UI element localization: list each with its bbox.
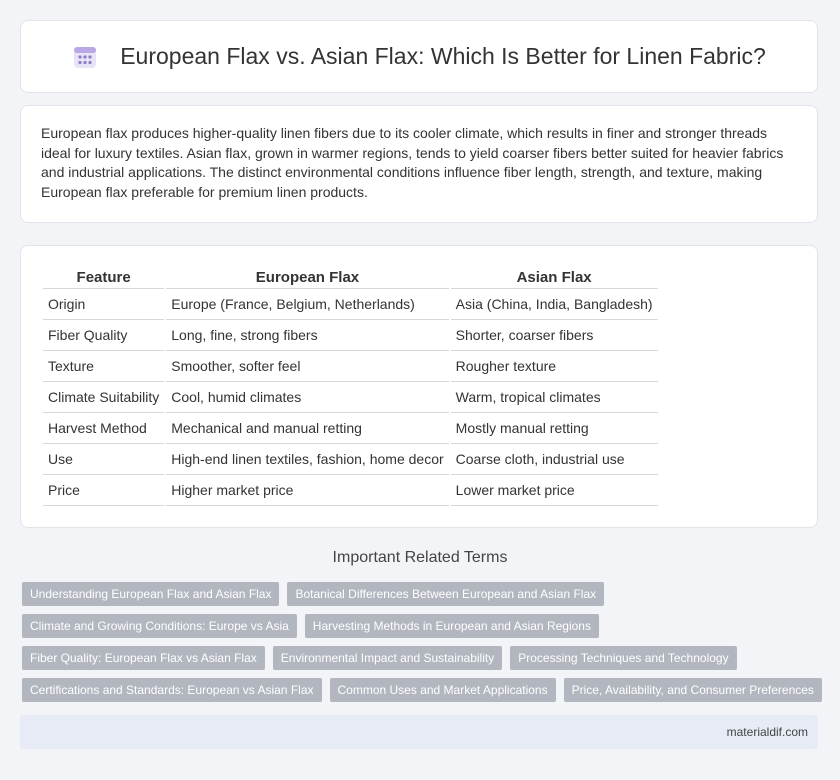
- footer: materialdif.com: [20, 715, 818, 749]
- table-cell: Climate Suitability: [43, 382, 165, 413]
- comparison-table: Feature European Flax Asian Flax Origin …: [41, 266, 660, 506]
- related-term-tag[interactable]: Common Uses and Market Applications: [329, 678, 556, 702]
- page-title: European Flax vs. Asian Flax: Which Is B…: [120, 43, 766, 69]
- table-row: Texture Smoother, softer feel Rougher te…: [43, 351, 658, 382]
- related-term-tag[interactable]: Processing Techniques and Technology: [510, 646, 737, 670]
- table-cell: Coarse cloth, industrial use: [450, 444, 658, 475]
- table-header-row: Feature European Flax Asian Flax: [43, 266, 658, 289]
- table-cell: Higher market price: [166, 475, 449, 506]
- table-cell: Price: [43, 475, 165, 506]
- tag-row: Understanding European Flax and Asian Fl…: [22, 582, 822, 606]
- table-row: Origin Europe (France, Belgium, Netherla…: [43, 289, 658, 320]
- tag-row: Climate and Growing Conditions: Europe v…: [22, 614, 822, 638]
- table-cell: Rougher texture: [450, 351, 658, 382]
- comparison-card: Feature European Flax Asian Flax Origin …: [20, 245, 818, 528]
- related-term-tag[interactable]: Environmental Impact and Sustainability: [272, 646, 503, 670]
- table-row: Harvest Method Mechanical and manual ret…: [43, 413, 658, 444]
- intro-card: European flax produces higher-quality li…: [20, 105, 818, 223]
- table-cell: Smoother, softer feel: [166, 351, 449, 382]
- table-cell: Fiber Quality: [43, 320, 165, 351]
- footer-site-link[interactable]: materialdif.com: [727, 725, 808, 739]
- related-terms-list: Understanding European Flax and Asian Fl…: [22, 582, 822, 710]
- calendar-grid-icon: [72, 44, 98, 70]
- table-cell: Origin: [43, 289, 165, 320]
- column-header: European Flax: [166, 266, 449, 289]
- column-header: Asian Flax: [450, 266, 658, 289]
- tag-row: Certifications and Standards: European v…: [22, 678, 822, 702]
- table-cell: Warm, tropical climates: [450, 382, 658, 413]
- table-cell: Lower market price: [450, 475, 658, 506]
- related-term-tag[interactable]: Climate and Growing Conditions: Europe v…: [22, 614, 297, 638]
- tag-row: Fiber Quality: European Flax vs Asian Fl…: [22, 646, 822, 670]
- table-cell: High-end linen textiles, fashion, home d…: [166, 444, 449, 475]
- table-cell: Shorter, coarser fibers: [450, 320, 658, 351]
- intro-text: European flax produces higher-quality li…: [41, 125, 784, 200]
- table-cell: Asia (China, India, Bangladesh): [450, 289, 658, 320]
- header-card: European Flax vs. Asian Flax: Which Is B…: [20, 20, 818, 93]
- column-header: Feature: [43, 266, 165, 289]
- related-term-tag[interactable]: Fiber Quality: European Flax vs Asian Fl…: [22, 646, 265, 670]
- table-cell: Mechanical and manual retting: [166, 413, 449, 444]
- table-row: Price Higher market price Lower market p…: [43, 475, 658, 506]
- table-row: Fiber Quality Long, fine, strong fibers …: [43, 320, 658, 351]
- table-row: Climate Suitability Cool, humid climates…: [43, 382, 658, 413]
- related-term-tag[interactable]: Harvesting Methods in European and Asian…: [304, 614, 599, 638]
- related-term-tag[interactable]: Price, Availability, and Consumer Prefer…: [563, 678, 822, 702]
- table-cell: Use: [43, 444, 165, 475]
- table-cell: Mostly manual retting: [450, 413, 658, 444]
- related-term-tag[interactable]: Botanical Differences Between European a…: [287, 582, 605, 606]
- related-terms-title: Important Related Terms: [332, 549, 508, 566]
- table-cell: Europe (France, Belgium, Netherlands): [166, 289, 449, 320]
- table-cell: Harvest Method: [43, 413, 165, 444]
- table-cell: Long, fine, strong fibers: [166, 320, 449, 351]
- table-cell: Texture: [43, 351, 165, 382]
- related-term-tag[interactable]: Understanding European Flax and Asian Fl…: [22, 582, 280, 606]
- table-cell: Cool, humid climates: [166, 382, 449, 413]
- related-term-tag[interactable]: Certifications and Standards: European v…: [22, 678, 322, 702]
- table-row: Use High-end linen textiles, fashion, ho…: [43, 444, 658, 475]
